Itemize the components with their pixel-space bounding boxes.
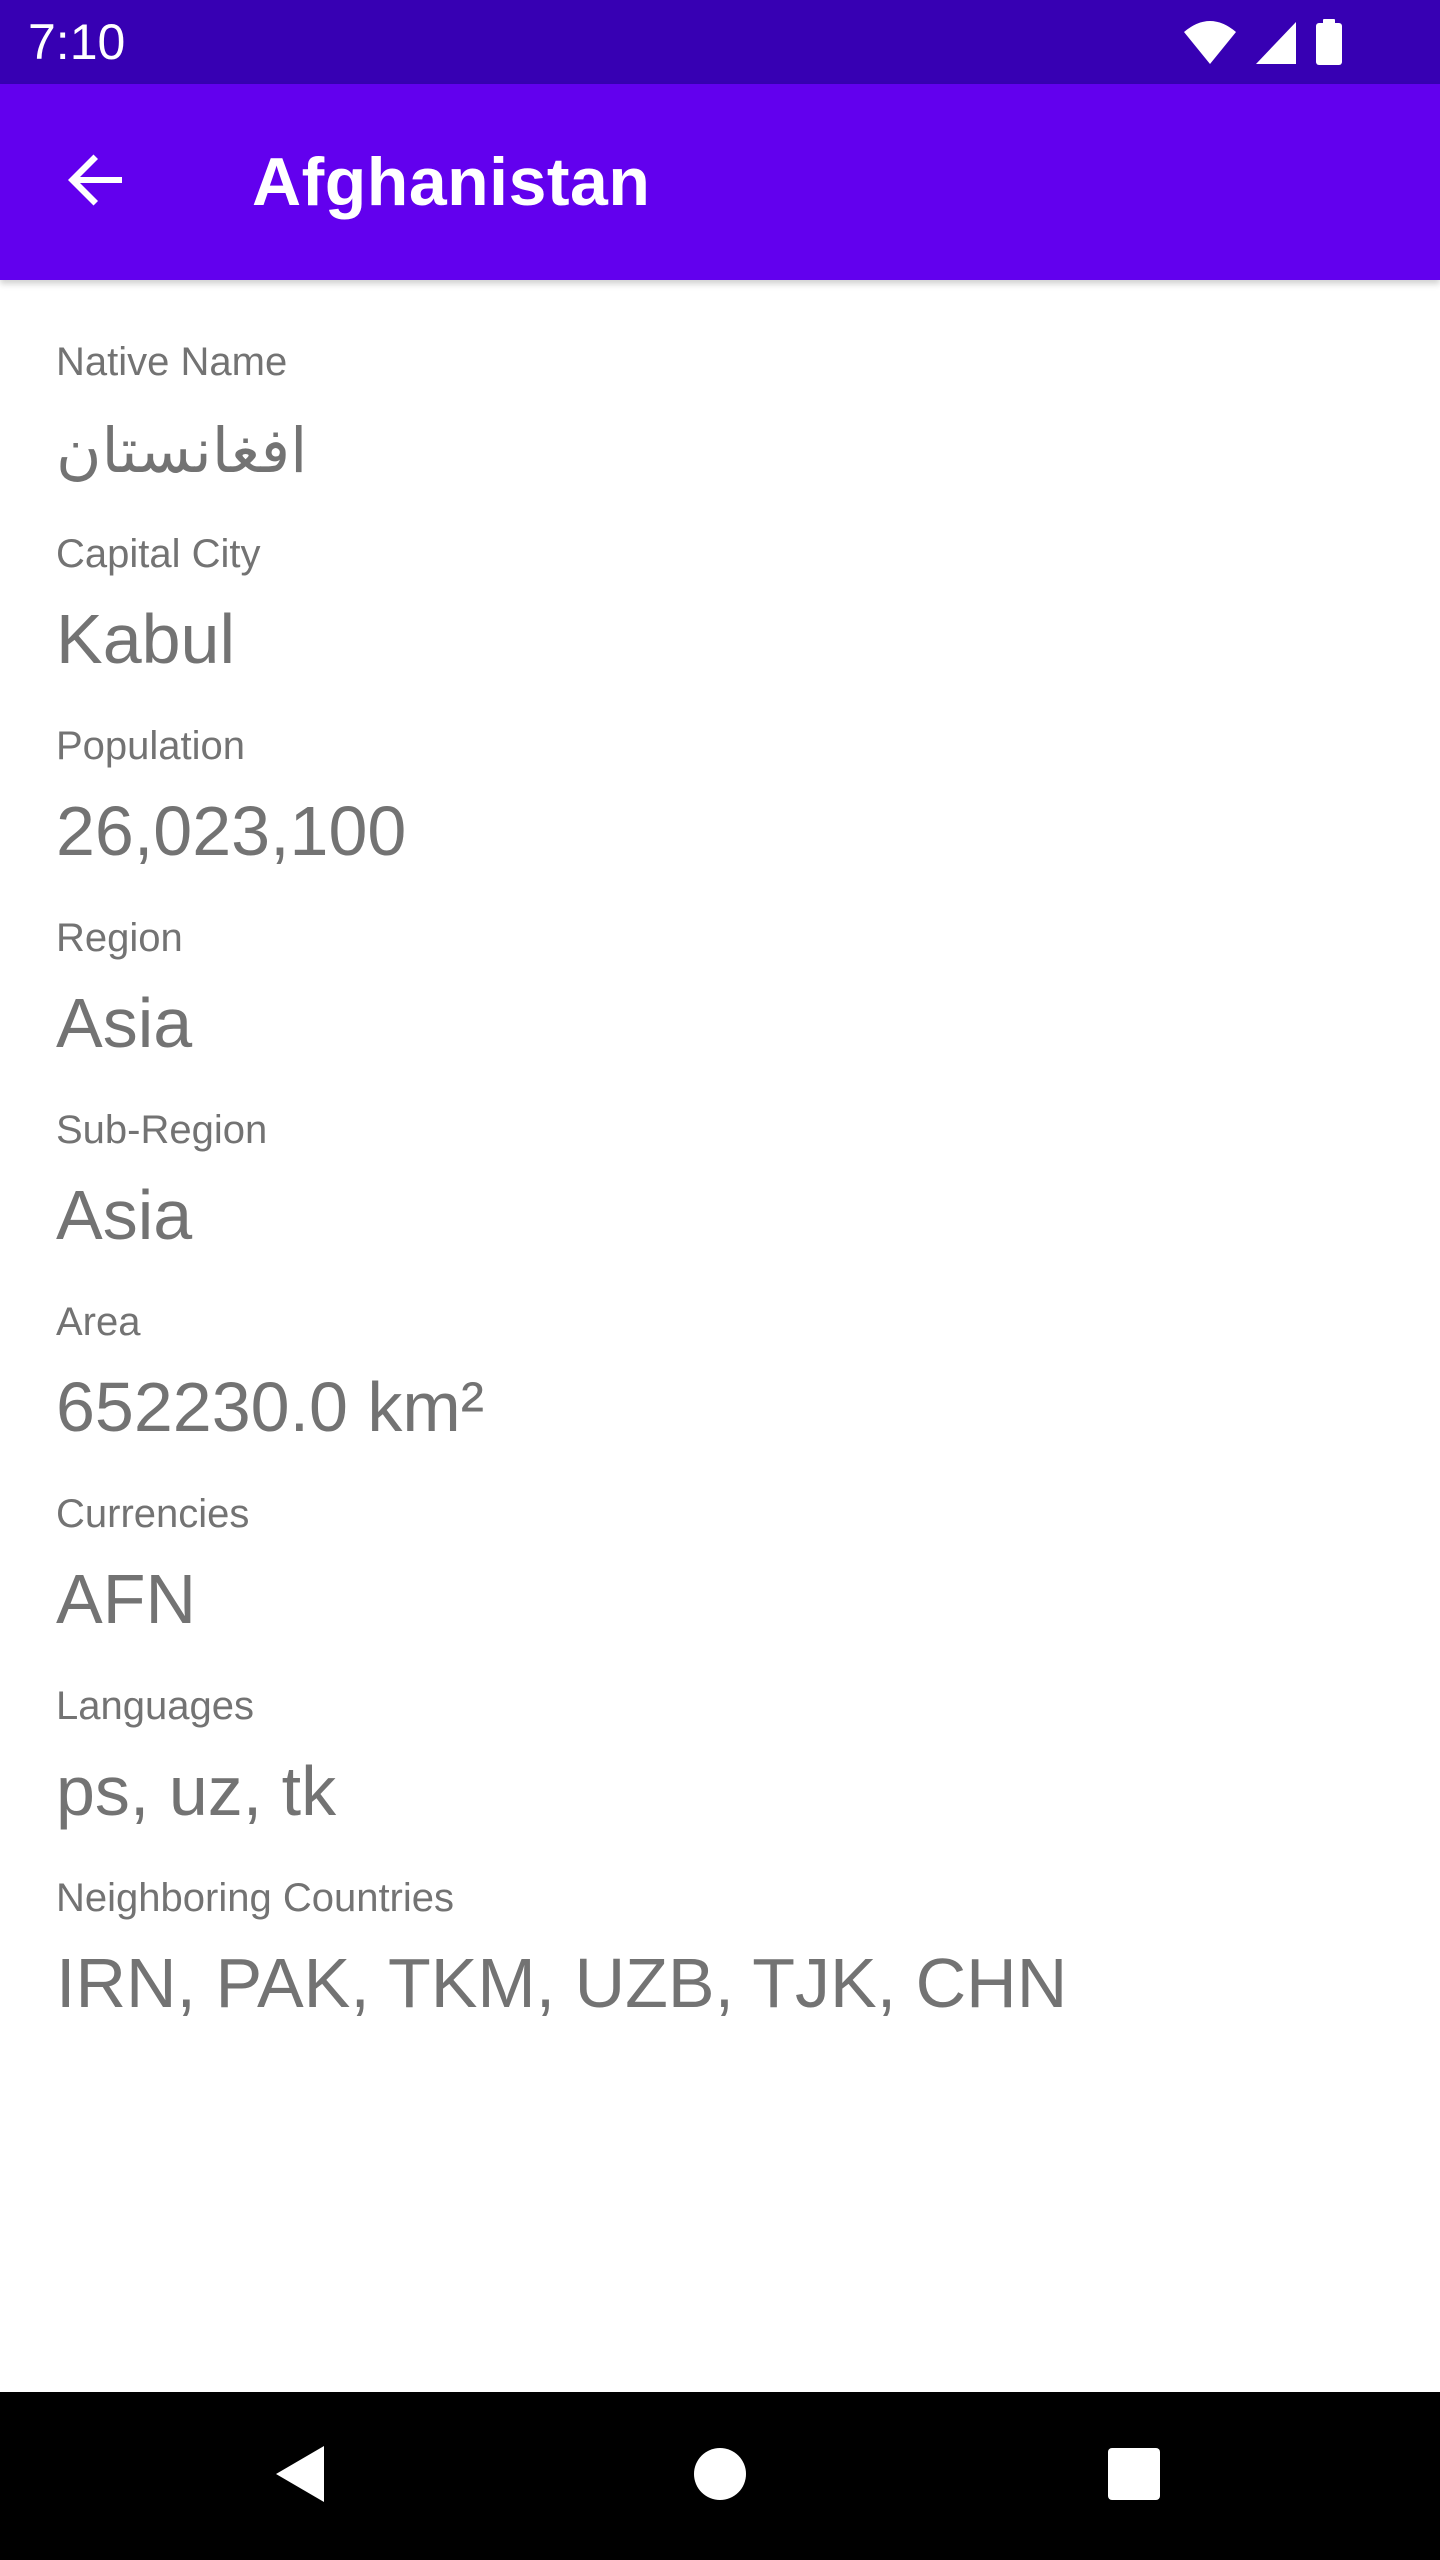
- sub-region-label: Sub-Region: [56, 1108, 268, 1152]
- back-button[interactable]: [48, 134, 144, 230]
- back-triangle-icon: [270, 2442, 330, 2511]
- currencies-label: Currencies: [56, 1492, 250, 1536]
- area-value: 652230.0 km²: [56, 1368, 485, 1446]
- sub-region-value: Asia: [56, 1176, 193, 1254]
- region-value: Asia: [56, 984, 193, 1062]
- signal-icon: [1254, 18, 1298, 66]
- recents-square-icon: [1106, 2446, 1162, 2507]
- sub-region-field: Sub-Region Asia: [56, 1098, 1386, 1290]
- area-label: Area: [56, 1300, 141, 1344]
- battery-icon: [1314, 18, 1344, 66]
- neighbors-label: Neighboring Countries: [56, 1876, 455, 1920]
- region-field: Region Asia: [56, 906, 1386, 1098]
- capital-value: Kabul: [56, 600, 236, 678]
- neighbors-field: Neighboring Countries IRN, PAK, TKM, UZB…: [56, 1866, 1386, 2058]
- wifi-icon: [1182, 18, 1238, 66]
- status-icons: [1182, 18, 1344, 66]
- languages-label: Languages: [56, 1684, 254, 1728]
- status-time: 7:10: [28, 14, 126, 70]
- capital-label: Capital City: [56, 532, 261, 576]
- status-bar: 7:10: [0, 0, 1440, 84]
- app-bar: Afghanistan: [0, 84, 1440, 280]
- currencies-field: Currencies AFN: [56, 1482, 1386, 1674]
- page-title: Afghanistan: [252, 144, 651, 220]
- nav-recents-button[interactable]: [1078, 2420, 1190, 2532]
- region-label: Region: [56, 916, 183, 960]
- country-details: Native Name افغانستان Capital City Kabul…: [56, 330, 1386, 2058]
- languages-value: ps, uz, tk: [56, 1752, 337, 1830]
- population-value: 26,023,100: [56, 792, 407, 870]
- native-name-field: Native Name افغانستان: [56, 330, 1386, 522]
- languages-field: Languages ps, uz, tk: [56, 1674, 1386, 1866]
- home-circle-icon: [692, 2446, 748, 2507]
- population-label: Population: [56, 724, 246, 768]
- arrow-back-icon: [64, 148, 128, 217]
- neighbors-value: IRN, PAK, TKM, UZB, TJK, CHN: [56, 1944, 1068, 2022]
- native-name-label: Native Name: [56, 340, 288, 384]
- capital-field: Capital City Kabul: [56, 522, 1386, 714]
- population-field: Population 26,023,100: [56, 714, 1386, 906]
- native-name-value: افغانستان: [56, 414, 308, 487]
- area-field: Area 652230.0 km²: [56, 1290, 1386, 1482]
- nav-back-button[interactable]: [244, 2420, 356, 2532]
- nav-home-button[interactable]: [664, 2420, 776, 2532]
- currencies-value: AFN: [56, 1560, 196, 1638]
- system-nav-bar: [0, 2392, 1440, 2560]
